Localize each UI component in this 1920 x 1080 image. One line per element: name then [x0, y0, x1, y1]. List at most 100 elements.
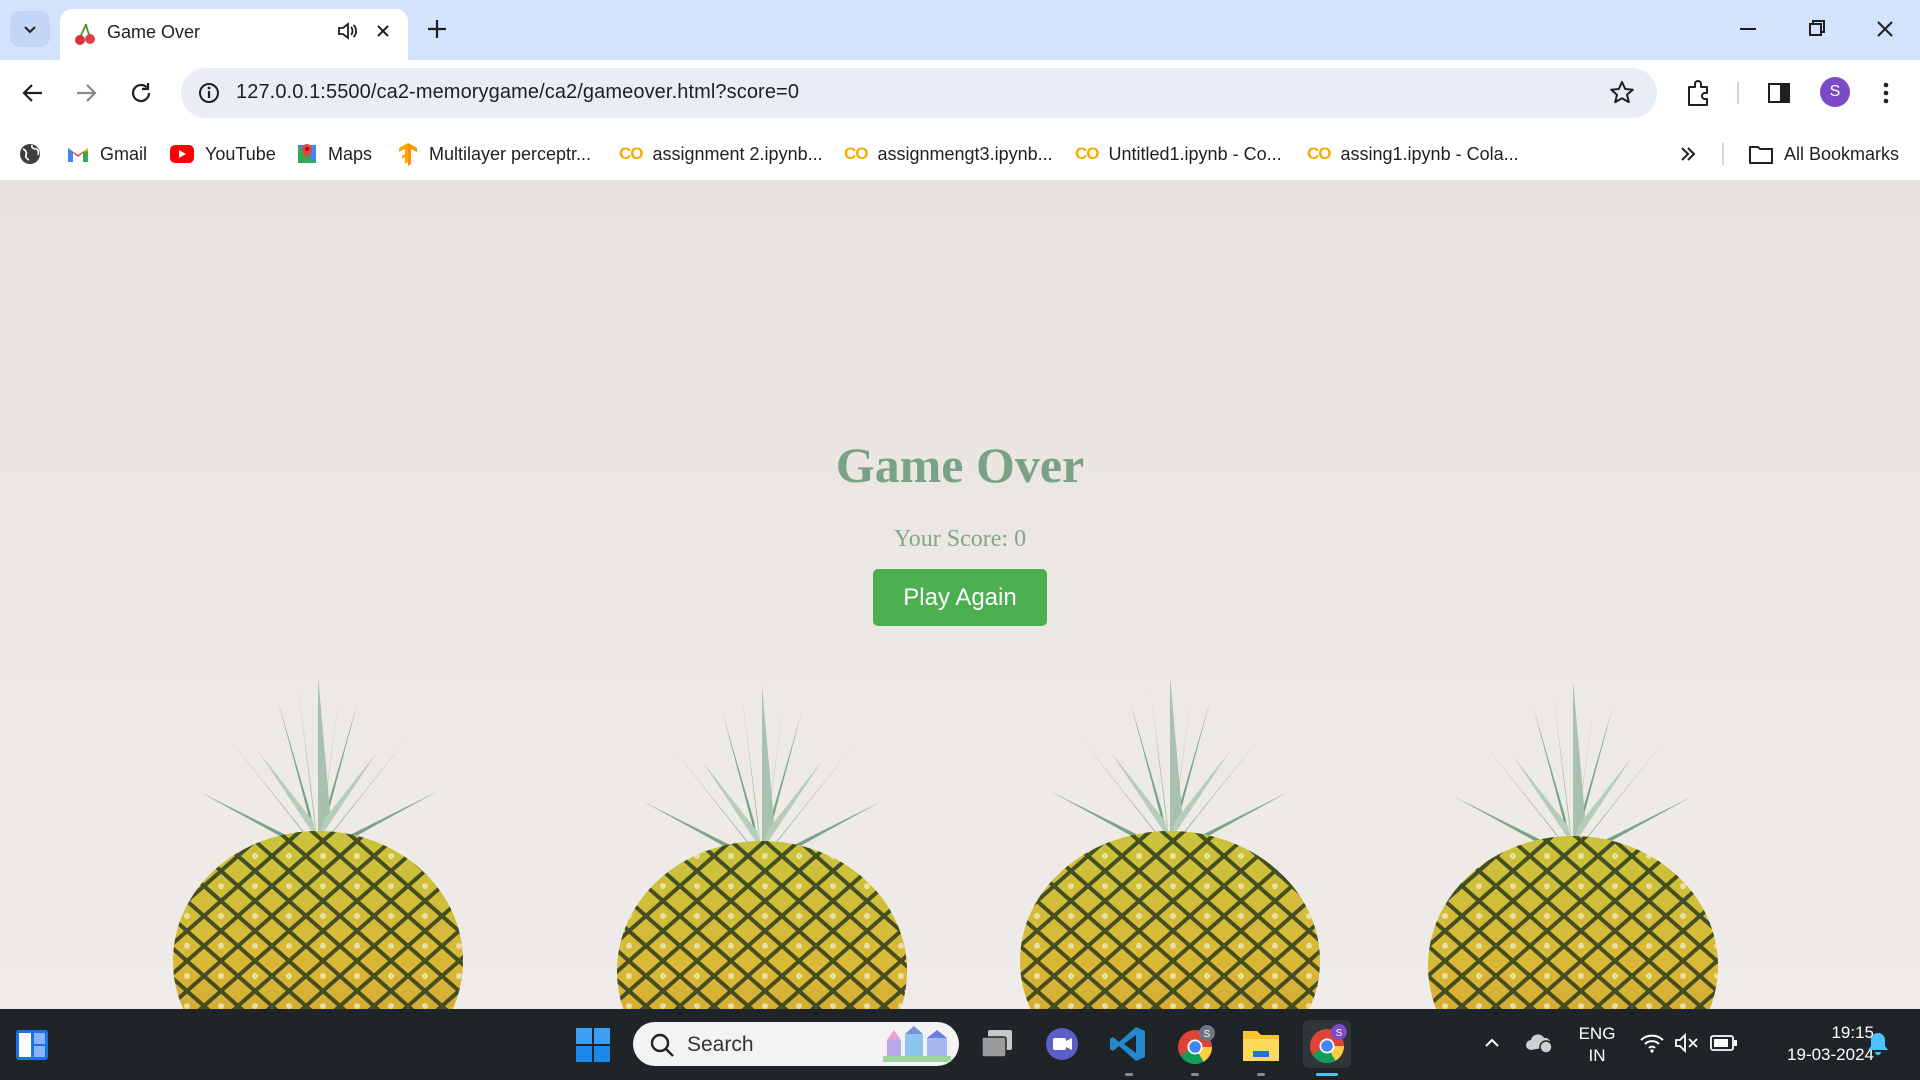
- clock-date: 19-03-2024: [1787, 1045, 1874, 1064]
- colab-icon: CO: [1307, 144, 1331, 163]
- chrome-profile-button[interactable]: S: [1173, 1023, 1217, 1067]
- notifications-button[interactable]: [1864, 1029, 1892, 1059]
- search-label: Search: [687, 1033, 754, 1056]
- bookmark-label: assing1.ipynb - Cola...: [1340, 143, 1519, 164]
- volume-button[interactable]: [1673, 1031, 1701, 1055]
- bookmark-gmail[interactable]: Gmail: [66, 139, 147, 169]
- chevron-up-icon: [1485, 1038, 1499, 1047]
- all-bookmarks-label: All Bookmarks: [1784, 143, 1900, 164]
- folder-icon: [1749, 146, 1773, 164]
- url-text: 127.0.0.1:5500/ca2-memorygame/ca2/gameov…: [236, 81, 800, 103]
- wifi-icon: [1640, 1034, 1664, 1053]
- cherry-favicon-icon: [75, 23, 95, 45]
- site-info-icon[interactable]: [193, 77, 225, 109]
- widgets-icon: [16, 1030, 48, 1060]
- region-code: IN: [1588, 1046, 1606, 1065]
- tensorflow-icon: [399, 143, 417, 166]
- all-bookmarks-button[interactable]: All Bookmarks: [1748, 139, 1899, 169]
- bookmark-assing1[interactable]: CO assing1.ipynb - Cola...: [1307, 139, 1519, 169]
- task-view-icon: [981, 1030, 1012, 1058]
- browser-toolbar: 127.0.0.1:5500/ca2-memorygame/ca2/gameov…: [0, 60, 1920, 129]
- chrome-icon: S: [1178, 1025, 1215, 1064]
- globe-icon: [20, 144, 40, 164]
- widgets-button[interactable]: [14, 1027, 50, 1063]
- pineapple-2: [617, 686, 907, 1009]
- maps-icon: [298, 144, 316, 163]
- reload-button[interactable]: [125, 77, 157, 109]
- bookmark-label: YouTube: [205, 143, 276, 164]
- explorer-open-indicator: [1257, 1073, 1265, 1076]
- file-explorer-button[interactable]: [1239, 1023, 1283, 1067]
- battery-button[interactable]: [1710, 1031, 1738, 1055]
- teams-meet-button[interactable]: [1041, 1023, 1083, 1065]
- play-again-button[interactable]: Play Again: [873, 569, 1047, 626]
- tab-strip: Game Over: [0, 0, 1920, 60]
- chrome-active-indicator: [1316, 1073, 1338, 1076]
- tab-search-button[interactable]: [10, 11, 50, 47]
- address-bar[interactable]: 127.0.0.1:5500/ca2-memorygame/ca2/gameov…: [181, 68, 1657, 118]
- colab-icon: CO: [1075, 144, 1099, 163]
- tab-title: Game Over: [107, 22, 201, 42]
- audio-playing-icon[interactable]: [336, 20, 358, 42]
- vscode-icon: [1110, 1027, 1145, 1061]
- youtube-icon: [170, 145, 194, 163]
- new-tab-icon[interactable]: [423, 15, 451, 43]
- clock-time: 19:15: [1831, 1023, 1874, 1042]
- colab-icon: CO: [844, 144, 868, 163]
- video-chat-icon: [1046, 1028, 1078, 1060]
- bookmarks-separator: [1722, 143, 1724, 165]
- page-viewport: Game Over Your Score: 0 Play Again: [0, 181, 1920, 1009]
- bookmark-youtube[interactable]: YouTube: [169, 139, 276, 169]
- bookmark-label: assignmengt3.ipynb...: [877, 143, 1053, 164]
- task-view-button[interactable]: [977, 1023, 1019, 1065]
- chrome-active-button[interactable]: S: [1303, 1020, 1351, 1068]
- arrow-left-icon: [22, 84, 42, 102]
- close-window-icon[interactable]: [1873, 14, 1897, 44]
- windows-taskbar: Search S S ENG IN 19:15 19-03-2024: [0, 1009, 1920, 1080]
- bookmark-label: assignment 2.ipynb...: [652, 143, 823, 164]
- toolbar-separator: [1737, 82, 1739, 104]
- bookmark-maps[interactable]: Maps: [296, 139, 372, 169]
- bookmarks-overflow-button[interactable]: [1677, 139, 1699, 169]
- vscode-button[interactable]: [1107, 1023, 1149, 1065]
- apps-globe-button[interactable]: [18, 139, 42, 169]
- profile-avatar[interactable]: S: [1820, 77, 1850, 107]
- taskbar-search-box[interactable]: Search: [633, 1022, 959, 1066]
- menu-kebab-icon[interactable]: [1870, 77, 1902, 109]
- colab-icon: CO: [619, 144, 643, 163]
- bookmark-untitled1[interactable]: CO Untitled1.ipynb - Co...: [1075, 139, 1282, 169]
- windows-logo-icon: [576, 1028, 610, 1062]
- bookmark-star-icon[interactable]: [1607, 78, 1637, 108]
- bookmark-label: Multilayer perceptr...: [429, 143, 592, 164]
- show-hidden-icons-button[interactable]: [1480, 1031, 1504, 1055]
- search-icon: [650, 1033, 674, 1057]
- wifi-button[interactable]: [1638, 1031, 1666, 1055]
- start-button[interactable]: [574, 1026, 612, 1064]
- reload-icon: [131, 83, 151, 103]
- back-button[interactable]: [17, 77, 49, 109]
- extensions-icon[interactable]: [1683, 77, 1715, 109]
- score-text: Your Score: 0: [893, 526, 1027, 552]
- clock[interactable]: 19:15 19-03-2024: [1754, 1022, 1874, 1066]
- vscode-open-indicator: [1125, 1073, 1133, 1076]
- search-highlight-castle-icon: [883, 1026, 951, 1062]
- forward-button[interactable]: [70, 77, 102, 109]
- tab-game-over[interactable]: Game Over: [60, 9, 408, 60]
- gmail-icon: [68, 148, 88, 162]
- minimize-icon[interactable]: [1736, 14, 1760, 44]
- pineapple-1: [173, 676, 463, 1009]
- bookmark-assignment2[interactable]: CO assignment 2.ipynb...: [619, 139, 823, 169]
- arrow-right-icon: [77, 84, 97, 102]
- side-panel-icon[interactable]: [1763, 77, 1795, 109]
- svg-text:S: S: [1204, 1029, 1211, 1040]
- bookmark-multilayer[interactable]: Multilayer perceptr...: [397, 139, 591, 169]
- language-indicator[interactable]: ENG IN: [1572, 1023, 1622, 1067]
- pineapple-4: [1428, 681, 1718, 1009]
- restore-icon[interactable]: [1805, 14, 1829, 44]
- close-tab-icon[interactable]: [372, 20, 394, 42]
- bell-icon: [1868, 1033, 1888, 1055]
- bookmark-assignmengt3[interactable]: CO assignmengt3.ipynb...: [844, 139, 1053, 169]
- onedrive-button[interactable]: [1524, 1029, 1554, 1057]
- bookmark-label: Maps: [328, 143, 373, 164]
- bookmark-label: Gmail: [100, 143, 148, 164]
